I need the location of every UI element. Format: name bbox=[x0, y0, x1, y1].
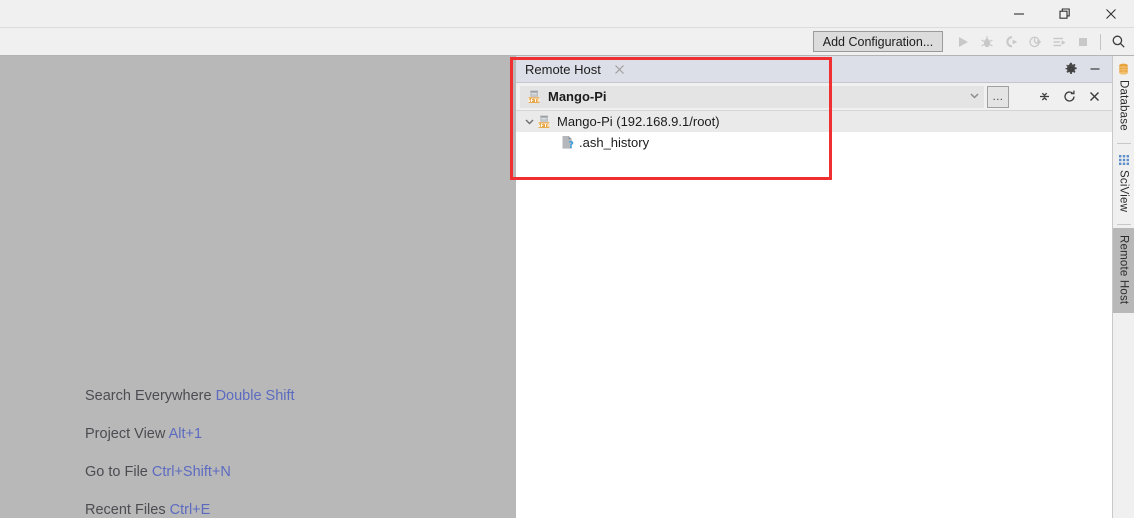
combo-chevron[interactable] bbox=[969, 88, 980, 106]
close-icon bbox=[614, 64, 624, 74]
window-minimize-button[interactable] bbox=[996, 0, 1042, 27]
profile-button[interactable] bbox=[1023, 30, 1047, 54]
welcome-label: Search Everywhere bbox=[85, 388, 212, 404]
sidebar-item-remote-host[interactable]: Remote Host bbox=[1112, 227, 1134, 314]
server-select-value: Mango-Pi bbox=[548, 89, 607, 104]
welcome-label: Recent Files bbox=[85, 502, 166, 518]
welcome-row: Search Everywhere Double Shift bbox=[85, 388, 295, 404]
window-restore-button[interactable] bbox=[1042, 0, 1088, 27]
chevron-down-icon bbox=[525, 119, 533, 125]
tab-close-button[interactable] bbox=[614, 64, 625, 75]
welcome-shortcut: Double Shift bbox=[215, 388, 295, 404]
sftp-server-icon: SFTP bbox=[528, 90, 541, 103]
close-icon bbox=[1089, 92, 1099, 101]
debug-icon bbox=[981, 35, 993, 47]
sidebar-item-database[interactable]: Database bbox=[1113, 56, 1134, 140]
sidebar-item-label: Database bbox=[1117, 80, 1130, 131]
minimize-icon bbox=[1014, 12, 1024, 15]
welcome-shortcuts: Search Everywhere Double Shift Project V… bbox=[85, 388, 295, 518]
sidebar-item-sciview[interactable]: SciView bbox=[1113, 147, 1134, 221]
database-icon bbox=[1119, 63, 1128, 75]
add-configuration-label: Add Configuration... bbox=[822, 34, 934, 49]
right-tool-rail: Database SciView Remote Host bbox=[1112, 56, 1134, 518]
welcome-label: Project View bbox=[85, 426, 166, 442]
settings-button[interactable] bbox=[1060, 58, 1082, 80]
collapse-all-icon bbox=[1039, 92, 1049, 101]
toolbar-divider bbox=[1100, 33, 1101, 50]
sidebar-item-label: SciView bbox=[1117, 169, 1130, 212]
editor-welcome-area: Search Everywhere Double Shift Project V… bbox=[0, 56, 516, 518]
tool-window-tab-remote-host[interactable]: Remote Host bbox=[525, 62, 601, 77]
search-icon bbox=[1112, 35, 1125, 48]
close-icon bbox=[1106, 8, 1116, 19]
tool-window-header-actions bbox=[1060, 58, 1112, 80]
stop-button[interactable] bbox=[1071, 30, 1095, 54]
run-coverage-icon bbox=[1005, 35, 1017, 47]
svg-text:SFTP: SFTP bbox=[538, 122, 551, 128]
svg-text:SFTP: SFTP bbox=[528, 97, 541, 103]
remote-host-file-tree: SFTP Mango-Pi (192.168.9.1/root) ? .ash_… bbox=[516, 111, 1112, 518]
run-coverage-button[interactable] bbox=[999, 30, 1023, 54]
remote-host-toolbar-actions bbox=[1032, 85, 1112, 109]
restore-icon bbox=[1059, 7, 1070, 19]
window-close-button[interactable] bbox=[1088, 0, 1134, 27]
welcome-shortcut: Ctrl+E bbox=[169, 502, 211, 518]
add-configuration-button[interactable]: Add Configuration... bbox=[813, 31, 943, 52]
sftp-server-icon: SFTP bbox=[538, 115, 551, 128]
profile-icon bbox=[1028, 36, 1042, 47]
run-icon bbox=[959, 36, 968, 47]
browse-servers-label: ... bbox=[992, 90, 1004, 103]
main-toolbar: Add Configuration... bbox=[0, 27, 1134, 56]
welcome-row: Recent Files Ctrl+E bbox=[85, 502, 295, 518]
sidebar-item-label: Remote Host bbox=[1117, 234, 1130, 305]
welcome-row: Go to File Ctrl+Shift+N bbox=[85, 464, 295, 480]
refresh-icon bbox=[1063, 90, 1075, 102]
run-with-args-button[interactable] bbox=[1047, 30, 1071, 54]
rail-divider bbox=[1116, 142, 1131, 144]
svg-text:?: ? bbox=[568, 140, 574, 150]
chevron-down-icon bbox=[970, 92, 979, 99]
minimize-icon bbox=[1090, 68, 1100, 70]
run-with-args-icon bbox=[1053, 37, 1066, 46]
browse-servers-button[interactable]: ... bbox=[987, 85, 1009, 108]
title-bar bbox=[0, 0, 1134, 27]
gear-icon bbox=[1065, 62, 1077, 75]
tree-expand-toggle[interactable] bbox=[520, 116, 538, 127]
close-panel-button[interactable] bbox=[1082, 85, 1106, 109]
collapse-all-button[interactable] bbox=[1032, 85, 1056, 109]
tree-item-label: Mango-Pi (192.168.9.1/root) bbox=[557, 114, 720, 129]
tree-row[interactable]: SFTP Mango-Pi (192.168.9.1/root) bbox=[516, 111, 1112, 132]
unknown-file-icon: ? bbox=[562, 136, 574, 150]
tree-row[interactable]: ? .ash_history bbox=[516, 132, 1112, 153]
rail-divider bbox=[1116, 223, 1131, 225]
debug-button[interactable] bbox=[975, 30, 999, 54]
tree-item-label: .ash_history bbox=[579, 135, 650, 150]
ide-window: Add Configuration... Search Everywhere D… bbox=[0, 0, 1134, 518]
server-select-combo[interactable]: SFTP Mango-Pi bbox=[520, 85, 984, 108]
search-button[interactable] bbox=[1106, 30, 1130, 54]
sciview-icon bbox=[1118, 154, 1129, 165]
welcome-shortcut: Ctrl+Shift+N bbox=[151, 464, 231, 480]
run-button[interactable] bbox=[951, 30, 975, 54]
welcome-row: Project View Alt+1 bbox=[85, 426, 295, 442]
remote-host-toolbar: SFTP Mango-Pi ... bbox=[516, 83, 1112, 111]
welcome-label: Go to File bbox=[85, 464, 148, 480]
stop-icon bbox=[1079, 37, 1087, 46]
refresh-button[interactable] bbox=[1057, 85, 1081, 109]
hide-tool-window-button[interactable] bbox=[1084, 58, 1106, 80]
remote-host-tool-window-header: Remote Host bbox=[516, 56, 1112, 83]
welcome-shortcut: Alt+1 bbox=[168, 426, 203, 442]
